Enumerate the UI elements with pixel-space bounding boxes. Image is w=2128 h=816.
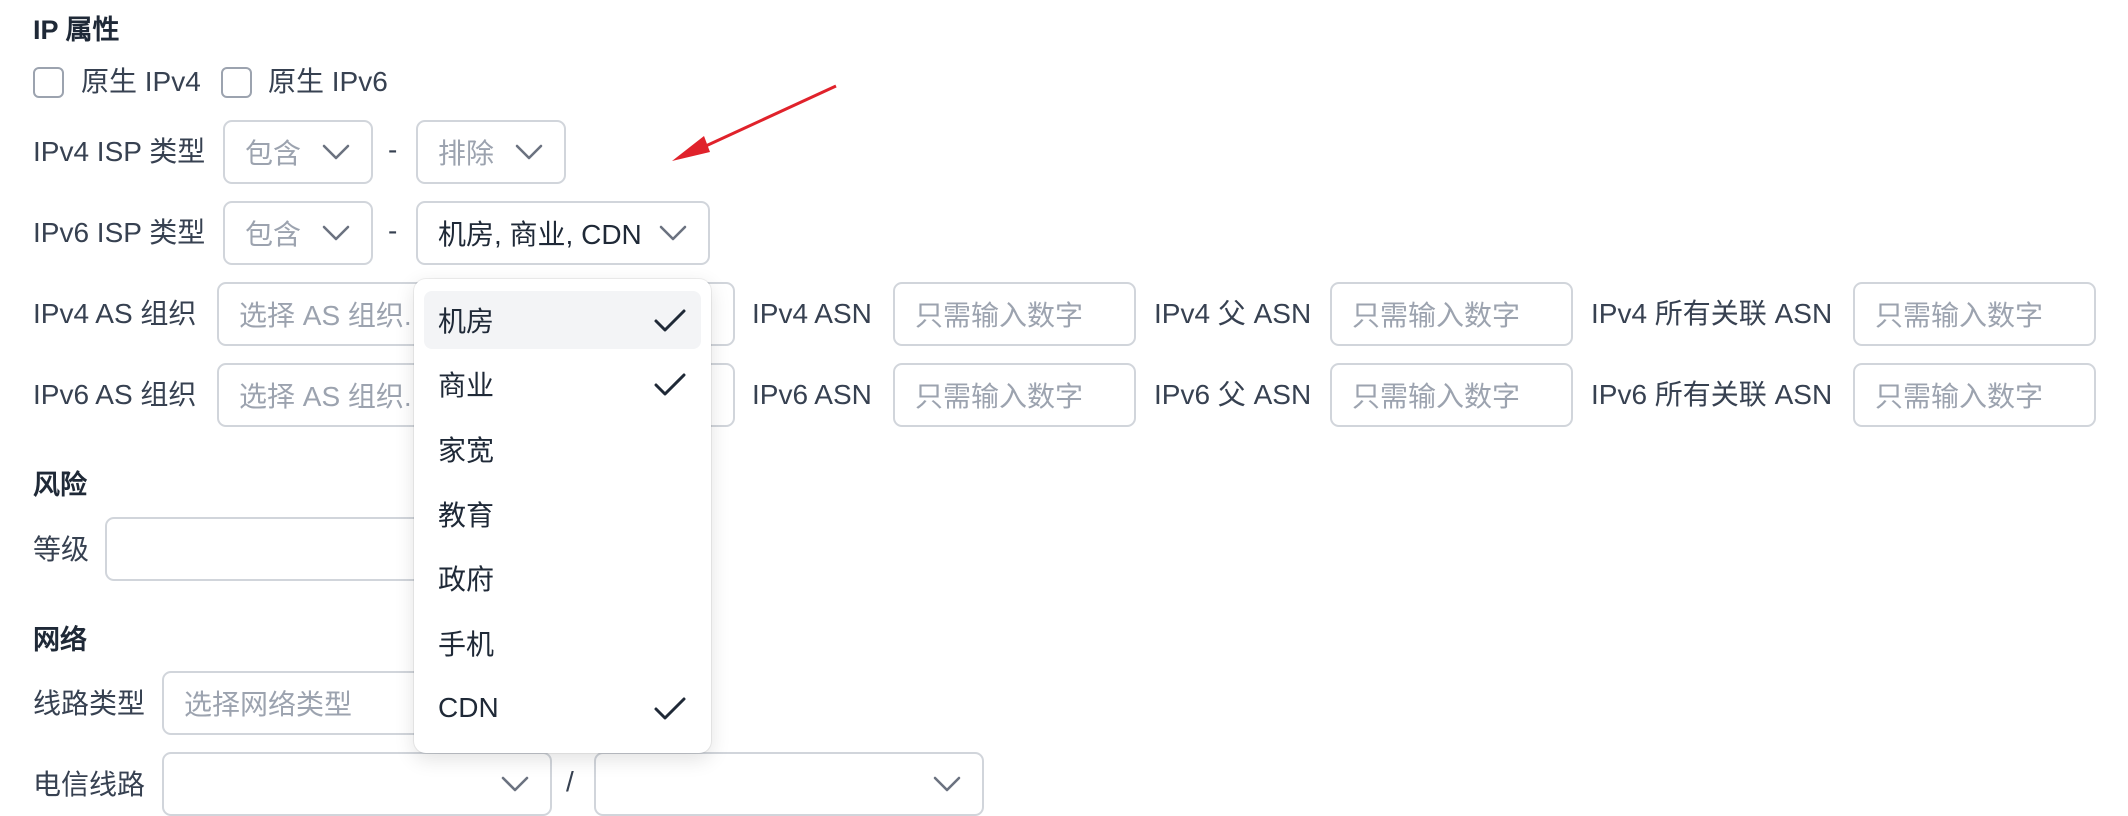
ipv6-isp-exclude-select[interactable]: 机房, 商业, CDN <box>416 201 710 265</box>
option-label: 商业 <box>438 370 495 401</box>
risk-level-label: 等级 <box>33 534 90 565</box>
option-label: 机房 <box>438 306 495 337</box>
ipv4-parent-asn-label: IPv4 父 ASN <box>1154 298 1312 329</box>
ipv4-as-org-placeholder: 选择 AS 组织... <box>239 300 428 331</box>
option-label: 家宽 <box>438 435 495 466</box>
ipv6-all-asn-input[interactable]: 只需输入数字 <box>1853 363 2096 427</box>
ipv4-isp-exclude-text: 排除 <box>438 138 495 169</box>
ipv6-asn-input[interactable]: 只需输入数字 <box>893 363 1136 427</box>
ipv4-isp-include-text: 包含 <box>245 138 302 169</box>
chevron-down-icon <box>514 143 544 161</box>
ipv6-asn-placeholder: 只需输入数字 <box>915 381 1084 412</box>
native-ipv6-checkbox[interactable] <box>221 67 252 98</box>
ipv6-all-asn-placeholder: 只需输入数字 <box>1875 381 2044 412</box>
chevron-down-icon <box>500 775 530 793</box>
ipv6-isp-separator: - <box>388 215 398 246</box>
ipv6-all-asn-label: IPv6 所有关联 ASN <box>1591 379 1833 410</box>
dropdown-option-government[interactable]: 政府 <box>424 549 701 607</box>
risk-title: 风险 <box>33 470 87 500</box>
ipv6-isp-include-text: 包含 <box>245 219 302 250</box>
red-arrow-annotation <box>672 84 837 161</box>
check-icon <box>654 309 686 332</box>
line-type-label: 线路类型 <box>33 688 146 719</box>
ipv4-isp-exclude-select[interactable]: 排除 <box>416 120 566 184</box>
ipv4-all-asn-label: IPv4 所有关联 ASN <box>1591 298 1833 329</box>
option-label: 手机 <box>438 629 495 660</box>
ipv4-asn-label: IPv4 ASN <box>752 298 872 329</box>
ipv4-as-org-label: IPv4 AS 组织 <box>33 298 197 329</box>
chevron-down-icon <box>658 224 688 242</box>
option-label: 教育 <box>438 500 495 531</box>
ip-attributes-title: IP 属性 <box>33 15 120 45</box>
dropdown-option-cdn[interactable]: CDN <box>424 679 701 737</box>
ipv6-as-org-placeholder: 选择 AS 组织... <box>239 381 428 412</box>
ipv4-isp-label: IPv4 ISP 类型 <box>33 136 206 167</box>
ipv6-parent-asn-input[interactable]: 只需输入数字 <box>1330 363 1573 427</box>
native-ipv4-checkbox[interactable] <box>33 67 64 98</box>
ipv6-as-org-label: IPv6 AS 组织 <box>33 379 197 410</box>
ipv6-parent-asn-label: IPv6 父 ASN <box>1154 379 1312 410</box>
check-icon <box>654 697 686 720</box>
native-ipv4-label[interactable]: 原生 IPv4 <box>81 62 201 102</box>
ipv4-asn-placeholder: 只需输入数字 <box>915 300 1084 331</box>
dropdown-option-residential[interactable]: 家宽 <box>424 420 701 478</box>
ipv6-isp-include-select[interactable]: 包含 <box>223 201 373 265</box>
line-type-select[interactable]: 选择网络类型 <box>162 671 452 735</box>
chevron-down-icon <box>932 775 962 793</box>
ipv4-isp-include-select[interactable]: 包含 <box>223 120 373 184</box>
check-icon <box>654 373 686 396</box>
ipv6-isp-exclude-value: 机房, 商业, CDN <box>438 219 642 250</box>
isp-type-dropdown-menu: 机房 商业 家宽 教育 政府 手机 CDN <box>414 279 711 753</box>
ipv4-all-asn-placeholder: 只需输入数字 <box>1875 300 2044 331</box>
ipv4-parent-asn-input[interactable]: 只需输入数字 <box>1330 282 1573 346</box>
telecom-line-separator: / <box>566 766 574 797</box>
option-label: 政府 <box>438 564 495 595</box>
telecom-line-select-2[interactable] <box>594 752 984 816</box>
ipv6-isp-label: IPv6 ISP 类型 <box>33 217 206 248</box>
ipv4-asn-input[interactable]: 只需输入数字 <box>893 282 1136 346</box>
ipv4-isp-separator: - <box>388 134 398 165</box>
telecom-line-label: 电信线路 <box>33 769 146 800</box>
ipv6-parent-asn-placeholder: 只需输入数字 <box>1352 381 1521 412</box>
dropdown-option-mobile[interactable]: 手机 <box>424 614 701 672</box>
line-type-placeholder: 选择网络类型 <box>184 689 353 720</box>
chevron-down-icon <box>321 143 351 161</box>
dropdown-option-datacenter[interactable]: 机房 <box>424 291 701 349</box>
ipv6-asn-label: IPv6 ASN <box>752 379 872 410</box>
ipv4-parent-asn-placeholder: 只需输入数字 <box>1352 300 1521 331</box>
chevron-down-icon <box>321 224 351 242</box>
network-title: 网络 <box>33 625 87 655</box>
telecom-line-select-1[interactable] <box>162 752 552 816</box>
risk-level-select[interactable] <box>105 517 445 581</box>
dropdown-option-education[interactable]: 教育 <box>424 485 701 543</box>
option-label: CDN <box>438 692 499 723</box>
ipv4-all-asn-input[interactable]: 只需输入数字 <box>1853 282 2096 346</box>
dropdown-option-business[interactable]: 商业 <box>424 355 701 413</box>
native-ipv6-label[interactable]: 原生 IPv6 <box>268 62 388 102</box>
